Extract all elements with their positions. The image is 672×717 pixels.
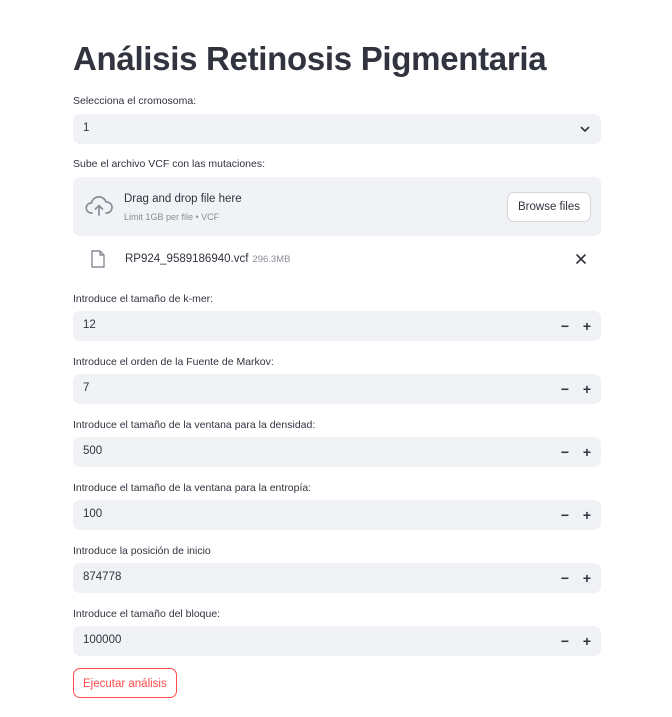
density-window-label: Introduce el tamaño de la ventana para l…: [73, 419, 316, 431]
markov-order-label: Introduce el orden de la Fuente de Marko…: [73, 356, 274, 368]
close-icon[interactable]: [575, 253, 587, 265]
file-dropzone[interactable]: Drag and drop file here Limit 1GB per fi…: [73, 177, 601, 236]
increment-button[interactable]: +: [576, 378, 598, 400]
file-icon: [91, 250, 105, 268]
decrement-button[interactable]: −: [554, 504, 576, 526]
entropy-window-label: Introduce el tamaño de la ventana para l…: [73, 482, 312, 494]
chromosome-label: Selecciona el cromosoma:: [73, 95, 197, 107]
markov-order-input[interactable]: 7 − +: [73, 374, 601, 404]
increment-button[interactable]: +: [576, 315, 598, 337]
increment-button[interactable]: +: [576, 567, 598, 589]
block-size-value: 100000: [83, 634, 122, 646]
start-position-label: Introduce la posición de inicio: [73, 545, 211, 557]
start-position-value: 874778: [83, 571, 122, 583]
chevron-down-icon: [580, 126, 590, 132]
dropzone-limit: Limit 1GB per file • VCF: [124, 212, 220, 222]
kmer-input[interactable]: 12 − +: [73, 311, 601, 341]
entropy-window-value: 100: [83, 508, 103, 520]
increment-button[interactable]: +: [576, 504, 598, 526]
uploaded-file-row: RP924_9589186940.vcf 296.3MB: [73, 244, 601, 274]
entropy-window-input[interactable]: 100 − +: [73, 500, 601, 530]
decrement-button[interactable]: −: [554, 567, 576, 589]
upload-label: Sube el archivo VCF con las mutaciones:: [73, 158, 266, 170]
cloud-upload-icon: [85, 196, 113, 216]
decrement-button[interactable]: −: [554, 630, 576, 652]
increment-button[interactable]: +: [576, 630, 598, 652]
start-position-input[interactable]: 874778 − +: [73, 563, 601, 593]
block-size-label: Introduce el tamaño del bloque:: [73, 608, 221, 620]
dropzone-title: Drag and drop file here: [124, 193, 242, 205]
run-analysis-button[interactable]: Ejecutar análisis: [73, 668, 177, 698]
page-title: Análisis Retinosis Pigmentaria: [73, 40, 547, 77]
file-name: RP924_9589186940.vcf: [125, 253, 249, 265]
chromosome-select[interactable]: 1: [73, 114, 601, 144]
density-window-input[interactable]: 500 − +: [73, 437, 601, 467]
decrement-button[interactable]: −: [554, 441, 576, 463]
decrement-button[interactable]: −: [554, 378, 576, 400]
browse-files-button[interactable]: Browse files: [507, 192, 591, 222]
decrement-button[interactable]: −: [554, 315, 576, 337]
markov-order-value: 7: [83, 382, 90, 394]
kmer-label: Introduce el tamaño de k-mer:: [73, 293, 214, 305]
increment-button[interactable]: +: [576, 441, 598, 463]
kmer-value: 12: [83, 319, 96, 331]
density-window-value: 500: [83, 445, 103, 457]
file-size: 296.3MB: [252, 254, 291, 265]
chromosome-value: 1: [83, 122, 90, 134]
block-size-input[interactable]: 100000 − +: [73, 626, 601, 656]
